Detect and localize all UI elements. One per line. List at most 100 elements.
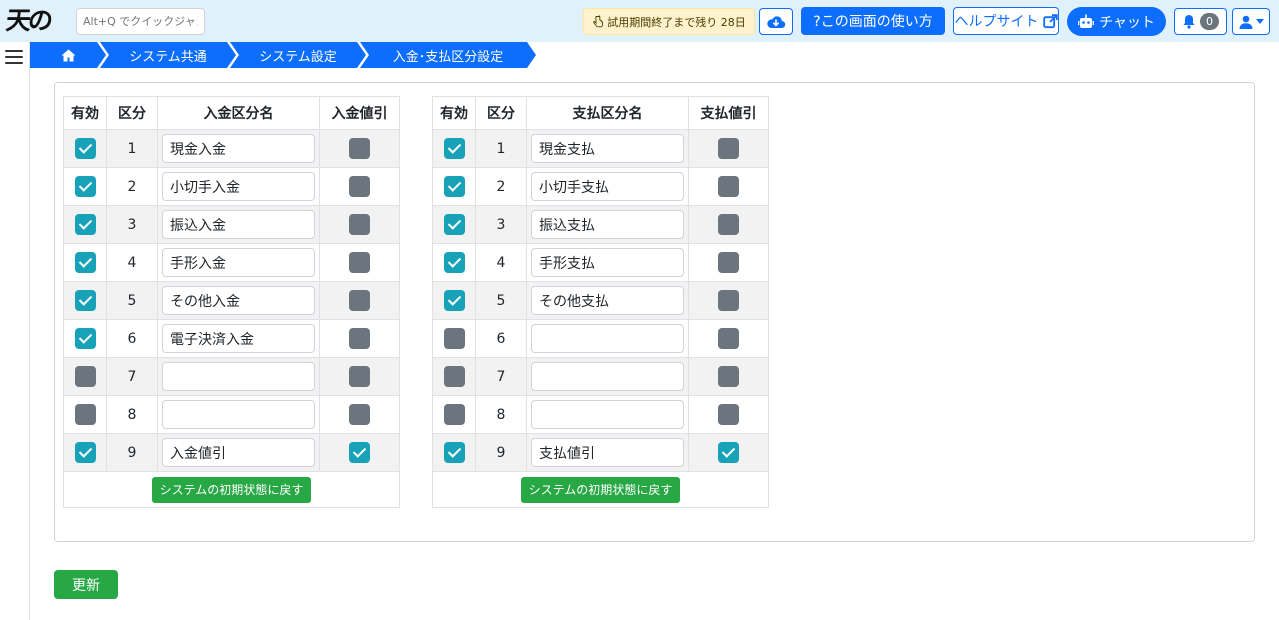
- payment-valid-checkbox[interactable]: [443, 328, 465, 349]
- payment-valid-checkbox[interactable]: [443, 442, 465, 463]
- payment-name-input[interactable]: [531, 134, 684, 163]
- payment-valid-checkbox[interactable]: [443, 290, 465, 311]
- category-number: 9: [475, 433, 527, 472]
- payment-discount-checkbox[interactable]: [718, 290, 739, 311]
- payment-valid-checkbox[interactable]: [443, 252, 465, 273]
- table-header-row: 有効 区分 支払区分名 支払値引: [432, 96, 769, 130]
- payment-discount-checkbox[interactable]: [718, 404, 739, 425]
- deposit-reset-button[interactable]: システムの初期状態に戻す: [151, 476, 312, 503]
- deposit-discount-checkbox[interactable]: [349, 290, 370, 311]
- breadcrumb-current-page: 入金･支払区分設定: [360, 42, 536, 68]
- top-bar: 天の蔵 試用期間終了まで残り 28日 ?この画面の使い方 ヘルプサイト チャッ: [0, 0, 1279, 71]
- deposit-valid-checkbox[interactable]: [74, 214, 96, 235]
- update-button[interactable]: 更新: [54, 570, 118, 599]
- deposit-discount-checkbox[interactable]: [349, 366, 370, 387]
- deposit-discount-checkbox[interactable]: [349, 214, 370, 235]
- deposit-discount-checkbox[interactable]: [349, 252, 370, 273]
- table-row: 6: [432, 319, 769, 358]
- column-header-name: 支払区分名: [526, 96, 689, 130]
- deposit-valid-checkbox[interactable]: [74, 366, 96, 387]
- table-row: 3: [63, 205, 400, 244]
- payment-valid-checkbox[interactable]: [443, 138, 465, 159]
- help-site-button[interactable]: ヘルプサイト: [953, 7, 1059, 35]
- user-icon: [1239, 15, 1252, 29]
- deposit-valid-checkbox[interactable]: [74, 176, 96, 197]
- deposit-name-input[interactable]: [162, 286, 315, 315]
- robot-icon: [1078, 14, 1095, 28]
- payment-name-input[interactable]: [531, 324, 684, 353]
- category-number: 5: [106, 281, 158, 320]
- deposit-discount-checkbox[interactable]: [349, 442, 370, 463]
- deposit-name-input[interactable]: [162, 172, 315, 201]
- quickjump-input[interactable]: [76, 8, 205, 35]
- hamburger-menu-icon[interactable]: [5, 50, 23, 66]
- category-number: 9: [106, 433, 158, 472]
- payment-name-input[interactable]: [531, 248, 684, 277]
- category-number: 6: [106, 319, 158, 358]
- breadcrumb-system-common[interactable]: システム共通: [100, 42, 236, 68]
- deposit-name-input[interactable]: [162, 248, 315, 277]
- download-button[interactable]: [759, 8, 793, 35]
- payment-valid-checkbox[interactable]: [443, 404, 465, 425]
- payment-name-input[interactable]: [531, 400, 684, 429]
- table-row: 7: [432, 357, 769, 396]
- table-row: 9: [63, 433, 400, 472]
- category-number: 8: [475, 395, 527, 434]
- deposit-discount-checkbox[interactable]: [349, 404, 370, 425]
- deposit-valid-checkbox[interactable]: [74, 252, 96, 273]
- user-menu-button[interactable]: [1232, 8, 1270, 35]
- payment-name-input[interactable]: [531, 172, 684, 201]
- deposit-discount-checkbox[interactable]: [349, 328, 370, 349]
- category-number: 6: [475, 319, 527, 358]
- deposit-valid-checkbox[interactable]: [74, 328, 96, 349]
- external-link-icon: [1042, 13, 1058, 28]
- deposit-name-input[interactable]: [162, 210, 315, 239]
- payment-name-input[interactable]: [531, 362, 684, 391]
- payment-discount-checkbox[interactable]: [718, 252, 739, 273]
- payment-valid-checkbox[interactable]: [443, 176, 465, 197]
- column-header-no: 区分: [106, 96, 158, 130]
- deposit-name-input[interactable]: [162, 400, 315, 429]
- deposit-discount-checkbox[interactable]: [349, 138, 370, 159]
- payment-discount-checkbox[interactable]: [718, 366, 739, 387]
- side-rail: [0, 42, 30, 620]
- column-header-discount: 支払値引: [688, 96, 769, 130]
- payment-discount-checkbox[interactable]: [718, 138, 739, 159]
- table-row: 4: [432, 243, 769, 282]
- payment-discount-checkbox[interactable]: [718, 214, 739, 235]
- app-logo[interactable]: 天の蔵: [1, 3, 72, 71]
- deposit-name-input[interactable]: [162, 438, 315, 467]
- deposit-name-input[interactable]: [162, 134, 315, 163]
- payment-name-input[interactable]: [531, 286, 684, 315]
- deposit-valid-checkbox[interactable]: [74, 404, 96, 425]
- payment-reset-button[interactable]: システムの初期状態に戻す: [520, 476, 681, 503]
- deposit-valid-checkbox[interactable]: [74, 442, 96, 463]
- payment-name-input[interactable]: [531, 210, 684, 239]
- payment-rows: 123456789: [432, 129, 769, 472]
- payment-name-input[interactable]: [531, 438, 684, 467]
- table-row: 2: [63, 167, 400, 206]
- payment-valid-checkbox[interactable]: [443, 366, 465, 387]
- breadcrumb-system-settings[interactable]: システム設定: [230, 42, 366, 68]
- screen-help-button[interactable]: ?この画面の使い方: [801, 7, 945, 35]
- deposit-name-input[interactable]: [162, 324, 315, 353]
- trial-badge: 試用期間終了まで残り 28日: [583, 8, 755, 35]
- breadcrumb-home[interactable]: [30, 42, 106, 68]
- category-number: 1: [475, 129, 527, 168]
- category-number: 3: [475, 205, 527, 244]
- chat-button[interactable]: チャット: [1067, 7, 1166, 36]
- deposit-name-input[interactable]: [162, 362, 315, 391]
- deposit-valid-checkbox[interactable]: [74, 290, 96, 311]
- column-header-no: 区分: [475, 96, 527, 130]
- payment-valid-checkbox[interactable]: [443, 214, 465, 235]
- deposit-valid-checkbox[interactable]: [74, 138, 96, 159]
- category-number: 1: [106, 129, 158, 168]
- notification-button[interactable]: 0: [1174, 8, 1227, 35]
- table-row: 4: [63, 243, 400, 282]
- payment-discount-checkbox[interactable]: [718, 442, 739, 463]
- payment-discount-checkbox[interactable]: [718, 328, 739, 349]
- column-header-name: 入金区分名: [157, 96, 320, 130]
- payment-discount-checkbox[interactable]: [718, 176, 739, 197]
- column-header-discount: 入金値引: [319, 96, 400, 130]
- deposit-discount-checkbox[interactable]: [349, 176, 370, 197]
